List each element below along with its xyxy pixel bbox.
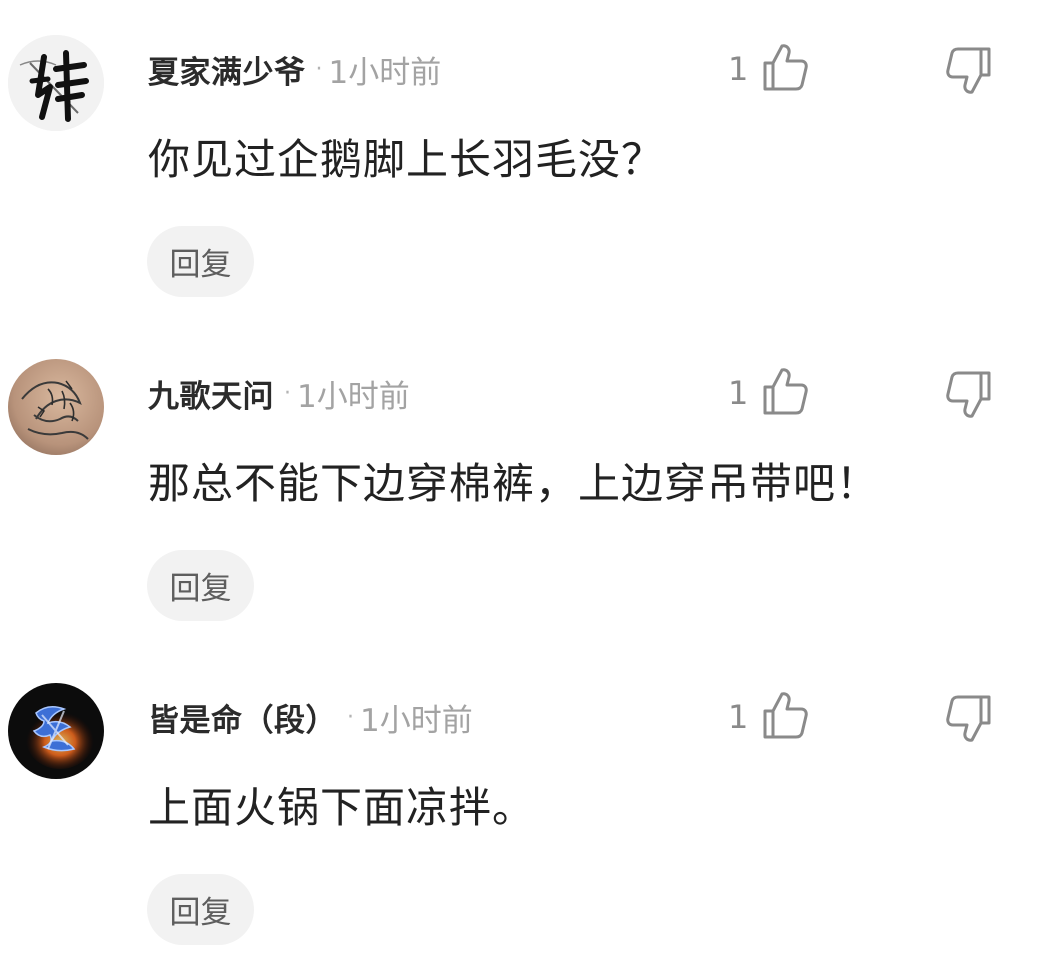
comment-item: 皆是命（段） · 1小时前 1 上面火锅下面凉拌。 回复	[0, 648, 1040, 972]
reply-button[interactable]: 回复	[147, 226, 254, 297]
like-count: 1	[728, 374, 749, 412]
comment-meta: 皆是命（段） · 1小时前	[148, 692, 473, 742]
reply-button[interactable]: 回复	[147, 550, 254, 621]
separator-dot: ·	[347, 704, 354, 730]
separator-dot: ·	[315, 56, 323, 82]
username[interactable]: 夏家满少爷	[148, 47, 306, 92]
like-button[interactable]	[762, 42, 808, 92]
avatar[interactable]	[8, 359, 104, 455]
username[interactable]: 皆是命（段）	[148, 695, 337, 740]
comment-text: 上面火锅下面凉拌。	[148, 783, 536, 832]
avatar[interactable]	[8, 683, 104, 779]
thumbs-up-icon	[763, 44, 808, 91]
comment-item: 九歌天问 · 1小时前 1 那总不能下边穿棉裤，上边穿吊带吧！ 回复	[0, 324, 1040, 648]
timestamp: 1小时前	[360, 702, 473, 739]
comment-meta: 夏家满少爷 · 1小时前	[148, 44, 441, 94]
dislike-button[interactable]	[946, 694, 992, 744]
username[interactable]: 九歌天问	[148, 371, 274, 416]
timestamp: 1小时前	[328, 54, 442, 91]
like-button[interactable]	[762, 366, 808, 416]
comment-meta: 九歌天问 · 1小时前	[148, 368, 410, 418]
like-count: 1	[728, 698, 749, 736]
comment-item: 夏家满少爷 · 1小时前 1 你见过企鹅脚上长羽毛没？ 回复	[0, 0, 1040, 324]
like-button[interactable]	[762, 690, 808, 740]
separator-dot: ·	[284, 380, 291, 406]
comment-text: 你见过企鹅脚上长羽毛没？	[148, 135, 665, 184]
like-count: 1	[728, 50, 749, 88]
thumbs-up-icon	[763, 368, 808, 415]
reply-button[interactable]: 回复	[147, 874, 254, 945]
avatar[interactable]	[8, 35, 104, 131]
dislike-button[interactable]	[946, 370, 992, 420]
comment-text: 那总不能下边穿棉裤，上边穿吊带吧！	[148, 459, 880, 508]
thumbs-up-icon	[763, 692, 808, 739]
thumbs-down-icon	[946, 47, 991, 94]
thumbs-down-icon	[946, 695, 991, 742]
timestamp: 1小时前	[297, 378, 410, 415]
dislike-button[interactable]	[946, 46, 992, 96]
thumbs-down-icon	[946, 371, 991, 418]
